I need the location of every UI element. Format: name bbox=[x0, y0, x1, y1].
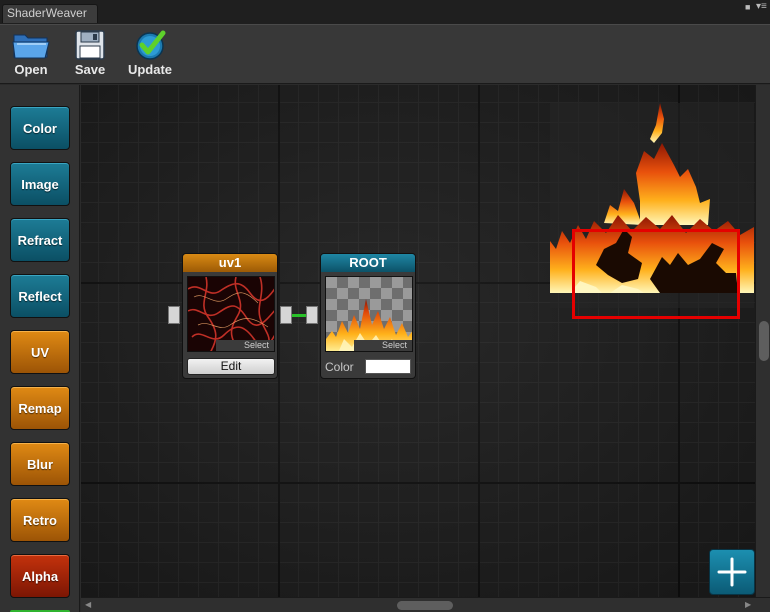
root-texture-thumbnail: Select bbox=[325, 276, 413, 352]
vertical-scroll-thumb[interactable] bbox=[759, 321, 769, 361]
preview-selection-rect[interactable] bbox=[572, 229, 740, 319]
uv1-texture-thumbnail: Select bbox=[187, 276, 275, 352]
node-palette: Color Image Refract Reflect UV Remap Blu… bbox=[0, 85, 80, 612]
update-label: Update bbox=[127, 62, 173, 77]
save-label: Save bbox=[74, 62, 106, 77]
palette-image-button[interactable]: Image bbox=[10, 162, 70, 206]
scroll-right-icon[interactable]: ▶ bbox=[745, 600, 751, 609]
window-menu-icon[interactable]: ▾≡ bbox=[756, 1, 767, 12]
update-button[interactable]: Update bbox=[126, 29, 174, 83]
root-input-port[interactable] bbox=[306, 306, 318, 324]
uv1-input-port[interactable] bbox=[168, 306, 180, 324]
window-tab-label: ShaderWeaver bbox=[7, 6, 87, 20]
uv1-node[interactable]: uv1 Select Edit bbox=[182, 253, 278, 379]
title-strip: ShaderWeaver ■ ▾≡ bbox=[0, 0, 770, 24]
open-label: Open bbox=[14, 62, 48, 77]
palette-reflect-button[interactable]: Reflect bbox=[10, 274, 70, 318]
scroll-left-icon[interactable]: ◀ bbox=[85, 600, 91, 609]
vertical-scrollbar[interactable] bbox=[755, 85, 770, 597]
uv1-output-port[interactable] bbox=[280, 306, 292, 324]
window-tab[interactable]: ShaderWeaver bbox=[2, 4, 98, 23]
palette-blur-button[interactable]: Blur bbox=[10, 442, 70, 486]
palette-uv-button[interactable]: UV bbox=[10, 330, 70, 374]
open-button[interactable]: Open bbox=[7, 29, 55, 83]
connection-wire bbox=[292, 314, 306, 317]
node-canvas[interactable]: uv1 Select Edit ROOT Select Color bbox=[81, 85, 755, 597]
add-node-button[interactable] bbox=[709, 549, 755, 595]
horizontal-scroll-thumb[interactable] bbox=[397, 601, 453, 610]
root-color-field[interactable] bbox=[365, 359, 411, 374]
palette-refract-button[interactable]: Refract bbox=[10, 218, 70, 262]
folder-icon bbox=[12, 34, 50, 59]
horizontal-scrollbar[interactable]: ◀ ▶ bbox=[81, 597, 770, 612]
palette-remap-button[interactable]: Remap bbox=[10, 386, 70, 430]
palette-retro-button[interactable]: Retro bbox=[10, 498, 70, 542]
root-color-label: Color bbox=[325, 360, 354, 374]
root-node-title: ROOT bbox=[321, 254, 415, 272]
palette-alpha-button[interactable]: Alpha bbox=[10, 554, 70, 598]
plus-icon bbox=[717, 557, 747, 587]
checkmark-icon bbox=[136, 30, 166, 60]
toolbar: Open Save Update bbox=[0, 24, 770, 84]
maximize-icon[interactable]: ■ bbox=[745, 2, 750, 12]
floppy-disk-icon bbox=[75, 30, 105, 60]
root-select-button[interactable]: Select bbox=[354, 340, 412, 351]
root-node[interactable]: ROOT Select Color bbox=[320, 253, 416, 379]
save-button[interactable]: Save bbox=[66, 29, 114, 83]
uv1-node-title: uv1 bbox=[183, 254, 277, 272]
palette-color-button[interactable]: Color bbox=[10, 106, 70, 150]
uv1-edit-button[interactable]: Edit bbox=[187, 358, 275, 375]
uv1-select-button[interactable]: Select bbox=[216, 340, 274, 351]
